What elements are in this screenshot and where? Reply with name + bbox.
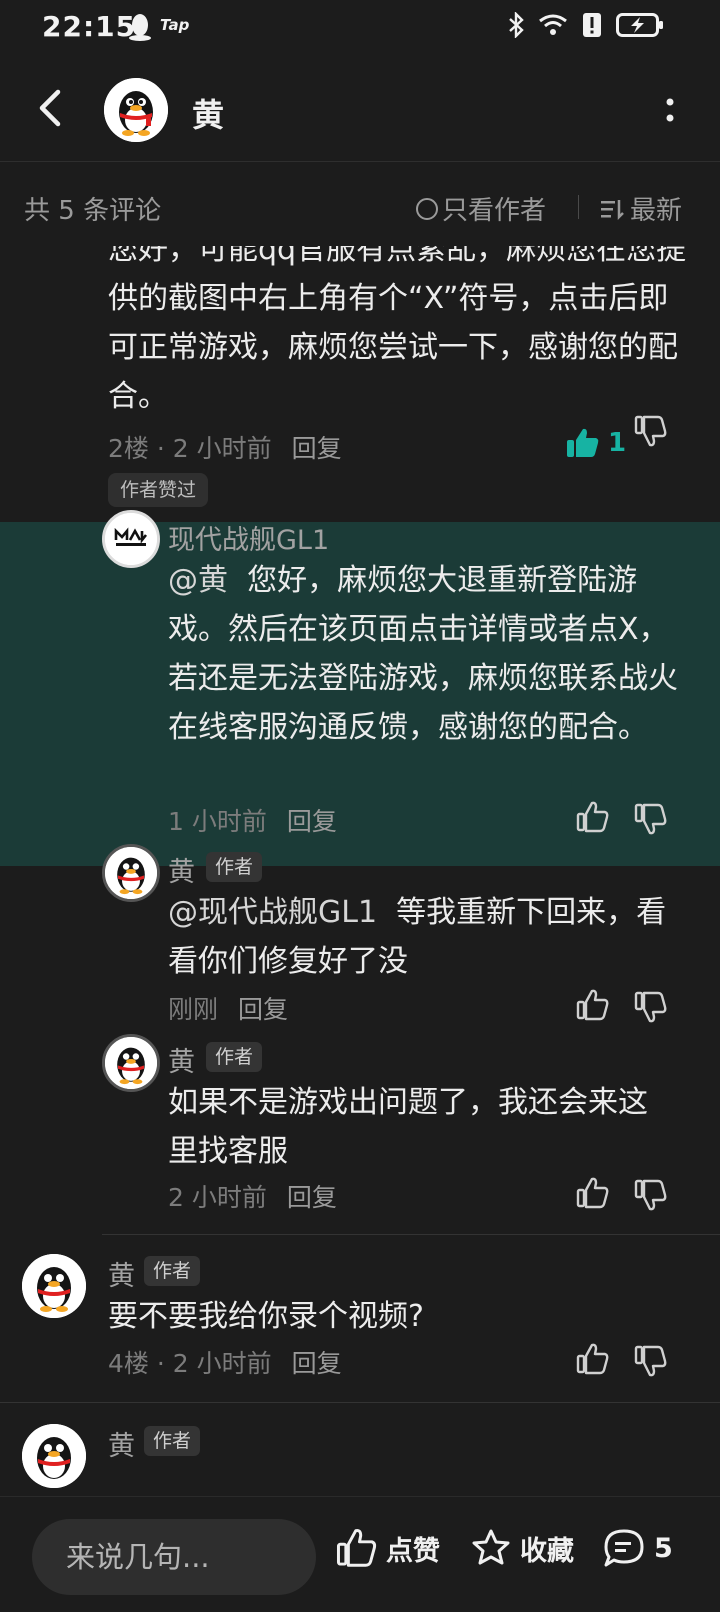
thumbs-down-icon[interactable] — [634, 802, 668, 836]
avatar[interactable] — [102, 510, 160, 568]
sort-button[interactable]: 最新 — [600, 190, 682, 227]
modern-warships-logo-icon — [105, 513, 157, 565]
qq-penguin-avatar-icon — [105, 1037, 157, 1089]
thumbs-up-filled-icon — [567, 428, 599, 457]
reply-author-name[interactable]: 黄 — [168, 1040, 195, 1079]
comment-time: 2楼 · 2 小时前 — [108, 434, 272, 463]
filter-bar: 共 5 条评论 只看作者 最新 — [0, 162, 720, 246]
alert-icon — [583, 13, 601, 37]
thumbs-down-icon[interactable] — [634, 414, 668, 448]
reply-link[interactable]: 回复 — [287, 807, 337, 836]
comment-time: 4楼 · 2 小时前 — [108, 1349, 272, 1378]
avatar[interactable] — [22, 1254, 86, 1318]
sort-label: 最新 — [630, 196, 683, 226]
collect-button[interactable]: 收藏 — [470, 1527, 574, 1569]
divider — [578, 195, 579, 219]
reply-time: 刚刚 — [168, 995, 219, 1024]
comment-bubble-icon — [604, 1529, 644, 1567]
more-options-icon[interactable] — [660, 90, 680, 130]
back-arrow-icon[interactable] — [30, 84, 74, 132]
comment-meta: 2楼 · 2 小时前 回复 — [108, 429, 342, 465]
comments-button[interactable]: 5 — [602, 1527, 673, 1569]
mention[interactable]: @现代战舰GL1 — [168, 895, 377, 930]
collect-label: 收藏 — [520, 1535, 574, 1567]
reply-link[interactable]: 回复 — [292, 434, 342, 463]
star-icon — [472, 1529, 510, 1565]
thumbs-up-icon[interactable] — [576, 1176, 610, 1210]
tap-notification-icon: Tap — [160, 16, 190, 34]
page-title: 黄 — [192, 96, 225, 134]
author-badge: 作者 — [144, 1426, 201, 1456]
comment-author-name[interactable]: 黄 — [108, 1254, 135, 1293]
app-bar: 黄 — [0, 56, 720, 162]
like-count: 1 — [608, 428, 627, 458]
avatar[interactable] — [104, 78, 168, 142]
author-badge: 作者 — [206, 852, 263, 882]
battery-charging-icon — [616, 13, 663, 37]
mention[interactable]: @黄 — [168, 563, 228, 598]
author-badge: 作者 — [206, 1042, 263, 1072]
bottom-bar: 来说几句... 点赞 收藏 5 — [0, 1496, 720, 1612]
like-button[interactable]: 点赞 — [336, 1527, 440, 1569]
comment-input[interactable]: 来说几句... — [32, 1519, 316, 1595]
reply-author-name[interactable]: 现代战舰GL1 — [168, 518, 329, 557]
reply-text: 如果不是游戏出问题了，我还会来这里找客服 — [168, 1085, 648, 1169]
reply-text: @现代战舰GL1 等我重新下回来，看看你们修复好了没 — [168, 888, 688, 986]
qq-penguin-avatar-icon — [105, 847, 157, 899]
qq-penguin-avatar-icon — [22, 1254, 86, 1318]
thumbs-up-icon[interactable] — [576, 988, 610, 1022]
reply-meta: 1 小时前 回复 — [168, 802, 337, 838]
only-author-label: 只看作者 — [442, 196, 547, 226]
only-author-toggle[interactable]: 只看作者 — [416, 190, 546, 227]
reply-body: 您好，麻烦您大退重新登陆游戏。然后在该页面点击详情或者点X，若还是无法登陆游戏，… — [168, 563, 678, 745]
sort-icon — [601, 199, 624, 220]
thumbs-down-icon[interactable] — [634, 990, 668, 1024]
author-badge: 作者 — [144, 1256, 201, 1286]
reply-link[interactable]: 回复 — [287, 1183, 337, 1212]
qq-penguin-avatar-icon — [22, 1424, 86, 1488]
thumbs-down-icon[interactable] — [634, 1344, 668, 1378]
reply-link[interactable]: 回复 — [238, 995, 288, 1024]
radio-circle-icon[interactable] — [416, 197, 438, 220]
reply-text: @黄 您好，麻烦您大退重新登陆游戏。然后在该页面点击详情或者点X，若还是无法登陆… — [168, 556, 688, 752]
divider — [102, 1234, 720, 1235]
comment-count: 共 5 条评论 — [24, 196, 162, 226]
divider — [0, 1402, 720, 1403]
thumbs-down-icon[interactable] — [634, 1178, 668, 1212]
comment-text: 您好，可能qq官服有点紊乱，麻烦您在您提供的截图中右上角有个“X”符号，点击后即… — [108, 246, 687, 414]
avatar[interactable] — [22, 1424, 86, 1488]
author-liked-badge: 作者赞过 — [108, 473, 209, 507]
thumbs-up-icon[interactable] — [576, 1342, 610, 1376]
thumbs-up-icon[interactable] — [576, 800, 610, 834]
reply-time: 1 小时前 — [168, 807, 267, 836]
avatar[interactable] — [102, 1034, 160, 1092]
comment-text: 要不要我给你录个视频? — [108, 1299, 424, 1334]
qq-penguin-avatar-icon — [104, 78, 168, 142]
reply-link[interactable]: 回复 — [292, 1349, 342, 1378]
avatar[interactable] — [102, 844, 160, 902]
reply-meta: 2 小时前 回复 — [168, 1178, 337, 1214]
wifi-icon — [539, 14, 567, 35]
status-bar: 22:15 Tap — [0, 0, 720, 56]
comment-list: 您好，可能qq官服有点紊乱，麻烦您在您提供的截图中右上角有个“X”符号，点击后即… — [0, 246, 720, 1496]
status-time: 22:15 — [42, 10, 137, 43]
bluetooth-icon — [509, 12, 524, 38]
comment-author-name[interactable]: 黄 — [108, 1424, 135, 1463]
qq-notification-icon — [129, 14, 151, 41]
like-label: 点赞 — [386, 1535, 440, 1567]
like-button[interactable]: 1 — [566, 427, 626, 459]
comment-count-label: 5 — [654, 1532, 673, 1564]
reply-meta: 刚刚 回复 — [168, 990, 288, 1026]
reply-author-name[interactable]: 黄 — [168, 850, 195, 889]
comment-meta: 4楼 · 2 小时前 回复 — [108, 1344, 342, 1380]
reply-time: 2 小时前 — [168, 1183, 267, 1212]
status-indicators — [508, 12, 664, 38]
thumbs-up-icon — [336, 1529, 377, 1567]
